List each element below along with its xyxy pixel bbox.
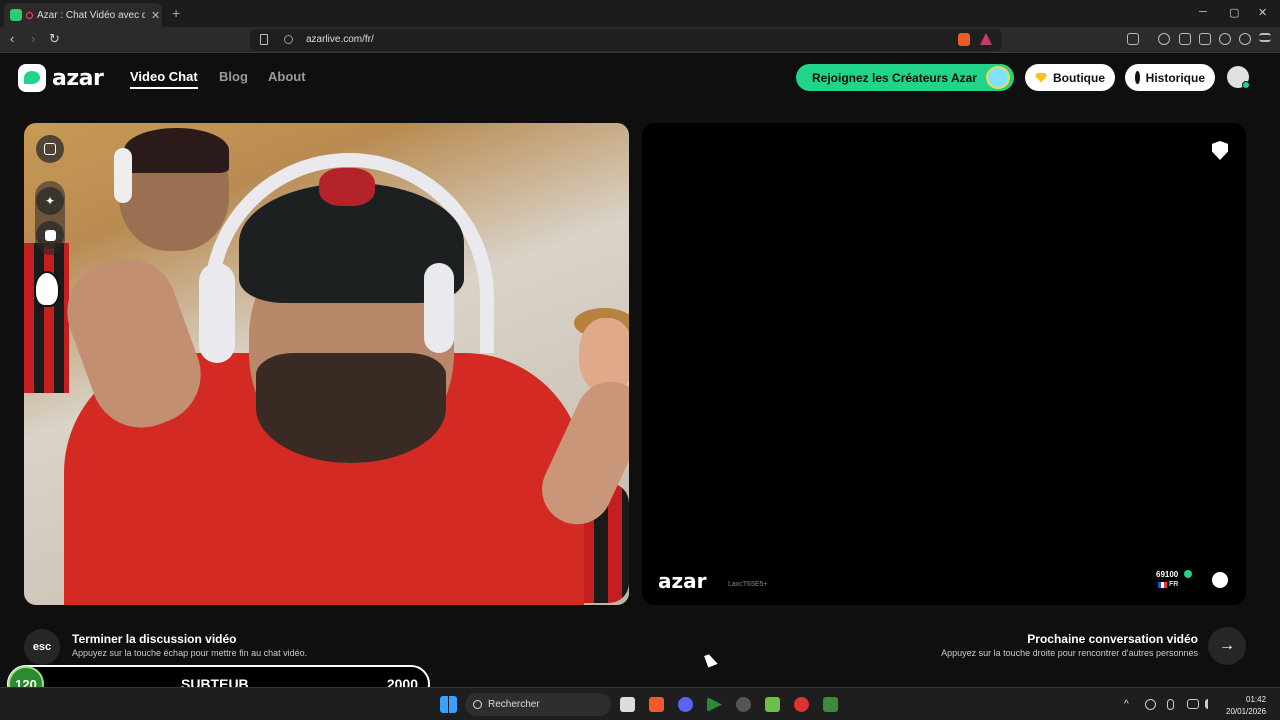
headphones-left bbox=[199, 263, 235, 363]
window-close-button[interactable]: ✕ bbox=[1258, 6, 1267, 19]
expand-video-button[interactable] bbox=[36, 135, 64, 163]
remote-azar-watermark: azar bbox=[658, 569, 707, 593]
browser-tab-bar: Azar : Chat Vidéo avec de no ✕ + ─ ▢ ✕ bbox=[0, 0, 1280, 27]
end-chat-button[interactable]: esc bbox=[24, 629, 60, 665]
azar-favicon-icon bbox=[10, 9, 22, 21]
milan-badge bbox=[34, 271, 60, 307]
menu-icon[interactable] bbox=[1259, 33, 1271, 42]
obs-taskbar-icon[interactable] bbox=[736, 697, 751, 712]
windows-start-icon[interactable] bbox=[440, 696, 457, 713]
background-person-cap bbox=[124, 128, 229, 173]
background-jersey bbox=[24, 243, 69, 393]
minimize-button[interactable]: ─ bbox=[1199, 6, 1207, 18]
address-bar[interactable]: azarlive.com/fr/ bbox=[250, 29, 1002, 51]
forward-button[interactable]: › bbox=[31, 31, 35, 46]
bookmark-icon[interactable] bbox=[260, 34, 268, 45]
taskbar-clock[interactable]: 01:42 20/01/2026 bbox=[1226, 694, 1266, 718]
task-view-icon[interactable] bbox=[620, 697, 635, 712]
brave-shield-icon[interactable] bbox=[958, 33, 970, 46]
end-chat-title: Terminer la discussion vidéo bbox=[72, 632, 237, 646]
clock-icon bbox=[1135, 71, 1142, 84]
history-label: Historique bbox=[1145, 70, 1205, 85]
online-status-dot bbox=[1242, 81, 1250, 89]
leo-ai-icon[interactable] bbox=[1219, 33, 1231, 45]
tracker-app-icon[interactable] bbox=[765, 697, 780, 712]
network-icon[interactable] bbox=[1187, 699, 1199, 709]
next-chat-hint: Appuyez sur la touche droite pour rencon… bbox=[941, 648, 1198, 658]
local-video: ✦ bbox=[24, 123, 629, 605]
remote-video: azar LaxcT65E5+ 69100 FR bbox=[642, 123, 1246, 605]
shop-button[interactable]: Boutique bbox=[1025, 64, 1115, 91]
chat-bubble-icon[interactable] bbox=[1212, 572, 1228, 588]
end-chat-hint: Appuyez sur la touche échap pour mettre … bbox=[72, 648, 308, 658]
expand-icon bbox=[44, 143, 56, 155]
sidebar-icon[interactable] bbox=[1179, 33, 1191, 45]
stack-app-icon[interactable] bbox=[823, 697, 838, 712]
taskbar-search-placeholder: Rechercher bbox=[488, 699, 540, 710]
france-flag-icon bbox=[1158, 582, 1167, 588]
headphones-right bbox=[424, 263, 454, 353]
nav-about[interactable]: About bbox=[268, 69, 306, 84]
nav-video-chat[interactable]: Video Chat bbox=[130, 69, 198, 89]
site-info-icon[interactable] bbox=[284, 35, 293, 44]
history-button[interactable]: Historique bbox=[1125, 64, 1215, 91]
vpn-icon[interactable] bbox=[1239, 33, 1251, 45]
brave-taskbar-icon[interactable] bbox=[649, 697, 664, 712]
background-person-headphones bbox=[114, 148, 132, 203]
wallet-icon[interactable] bbox=[1199, 33, 1211, 45]
browser-tab[interactable]: Azar : Chat Vidéo avec de no ✕ bbox=[4, 3, 162, 27]
user-beard bbox=[256, 353, 446, 463]
search-icon bbox=[473, 700, 482, 709]
taskbar-search[interactable]: Rechercher bbox=[465, 693, 611, 716]
new-tab-button[interactable]: + bbox=[172, 5, 180, 21]
face-icon bbox=[44, 229, 56, 241]
maximize-button[interactable]: ▢ bbox=[1229, 6, 1239, 19]
azar-page: azar Video Chat Blog About Rejoignez les… bbox=[0, 53, 1280, 687]
url-text[interactable]: azarlive.com/fr/ bbox=[306, 34, 374, 45]
windows-taskbar: Rechercher ^ 01:42 20/01/2026 bbox=[0, 687, 1280, 720]
next-chat-title: Prochaine conversation vidéo bbox=[1027, 632, 1198, 646]
sync-icon[interactable] bbox=[1145, 699, 1156, 710]
microphone-icon[interactable] bbox=[1167, 699, 1174, 710]
brave-rewards-icon[interactable] bbox=[980, 33, 992, 45]
music-icon[interactable] bbox=[1158, 33, 1170, 45]
browser-toolbar: ‹ › ↻ azarlive.com/fr/ bbox=[0, 27, 1280, 53]
youtube-taskbar-icon[interactable] bbox=[794, 697, 809, 712]
taskbar-date: 20/01/2026 bbox=[1226, 707, 1267, 716]
azar-logo-text: azar bbox=[52, 65, 104, 91]
join-creators-button[interactable]: Rejoignez les Créateurs Azar bbox=[796, 64, 1014, 91]
filters-button[interactable]: ✦ bbox=[36, 187, 64, 215]
back-button[interactable]: ‹ bbox=[10, 31, 14, 46]
score-badge-icon bbox=[1184, 570, 1192, 578]
azar-logo[interactable]: azar bbox=[18, 64, 104, 92]
tab-title: Azar : Chat Vidéo avec de no bbox=[37, 9, 145, 21]
taskbar-time: 01:42 bbox=[1246, 695, 1267, 704]
join-creators-label: Rejoignez les Créateurs Azar bbox=[812, 70, 977, 85]
gem-icon bbox=[1035, 72, 1047, 83]
reload-button[interactable]: ↻ bbox=[49, 31, 60, 47]
azar-logo-icon bbox=[18, 64, 46, 92]
nav-blog[interactable]: Blog bbox=[219, 69, 248, 84]
cap-logo bbox=[319, 168, 375, 206]
creators-badge-icon bbox=[986, 66, 1010, 89]
streaming-app-icon[interactable] bbox=[707, 697, 722, 712]
remote-user-id: LaxcT65E5+ bbox=[728, 581, 768, 588]
screenshot-icon[interactable] bbox=[1127, 33, 1139, 45]
discord-taskbar-icon[interactable] bbox=[678, 697, 693, 712]
next-chat-button[interactable]: → bbox=[1208, 627, 1246, 665]
recording-icon bbox=[26, 11, 33, 19]
tab-close-icon[interactable]: ✕ bbox=[151, 9, 160, 22]
masks-button[interactable] bbox=[36, 221, 64, 249]
remote-score: 69100 bbox=[1156, 570, 1179, 579]
shop-label: Boutique bbox=[1053, 70, 1105, 85]
remote-country: FR bbox=[1169, 581, 1179, 588]
magic-wand-icon: ✦ bbox=[44, 194, 56, 208]
report-shield-icon[interactable] bbox=[1212, 141, 1228, 160]
volume-icon[interactable] bbox=[1205, 699, 1215, 709]
tray-chevron-icon[interactable]: ^ bbox=[1124, 699, 1134, 710]
